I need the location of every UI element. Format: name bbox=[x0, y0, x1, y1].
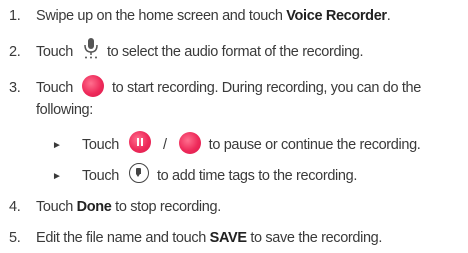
step-text-after: to select the audio format of the record… bbox=[106, 44, 364, 60]
step-3: 3. Touch to start recording. During recor… bbox=[0, 75, 468, 127]
record-icon bbox=[178, 132, 201, 155]
step-text-before: Touch bbox=[36, 44, 73, 60]
step-number: 2. bbox=[9, 44, 21, 60]
sub-item-pause-continue: ► Touch / to pause or continue the recordin… bbox=[52, 131, 421, 158]
step-text-before: Edit the file name and touch bbox=[36, 230, 210, 246]
step-text: Touch to select the audio format of the r… bbox=[36, 38, 364, 63]
app-name-voice-recorder: Voice Recorder bbox=[286, 8, 387, 24]
step-text-before: Swipe up on the home screen and touch bbox=[36, 8, 287, 24]
step-number: 3. bbox=[9, 80, 21, 96]
step-number: 5. bbox=[9, 230, 21, 246]
save-label: SAVE bbox=[209, 230, 247, 246]
step-number: 4. bbox=[9, 199, 21, 215]
record-icon bbox=[81, 75, 104, 98]
step-text-continued: following: bbox=[36, 102, 93, 118]
time-tag-icon bbox=[128, 163, 149, 184]
step-text-after: to save the recording. bbox=[246, 230, 383, 246]
bullet-arrow-icon: ► bbox=[52, 140, 62, 151]
microphone-format-icon bbox=[82, 37, 100, 59]
step-text: Touch to start recording. During recordin… bbox=[36, 75, 421, 99]
sub-item-time-tag: ► Touch to add time tags to the recording. bbox=[52, 163, 358, 189]
step-text-after: to stop recording. bbox=[111, 199, 221, 215]
sub-text-after: to pause or continue the recording. bbox=[208, 137, 421, 153]
step-text-after: . bbox=[386, 8, 391, 24]
bullet-arrow-icon: ► bbox=[52, 171, 62, 182]
step-text: Swipe up on the home screen and touch Vo… bbox=[36, 5, 391, 27]
sub-text-after: to add time tags to the recording. bbox=[156, 168, 358, 184]
step-number: 1. bbox=[9, 8, 21, 24]
step-text-before: Touch bbox=[36, 80, 73, 96]
step-text-after: to start recording. During recording, yo… bbox=[111, 80, 421, 96]
sub-text-before: Touch bbox=[82, 168, 119, 184]
step-text: Edit the file name and touch SAVE to sav… bbox=[36, 227, 382, 249]
step-text-before: Touch bbox=[36, 199, 77, 215]
step-text: Touch Done to stop recording. bbox=[36, 196, 221, 218]
sub-text-before: Touch bbox=[82, 137, 119, 153]
separator-slash: / bbox=[162, 137, 167, 153]
instructions-list: 1. Swipe up on the home screen and touch… bbox=[0, 0, 468, 253]
pause-icon bbox=[128, 131, 151, 154]
done-label: Done bbox=[76, 199, 112, 215]
